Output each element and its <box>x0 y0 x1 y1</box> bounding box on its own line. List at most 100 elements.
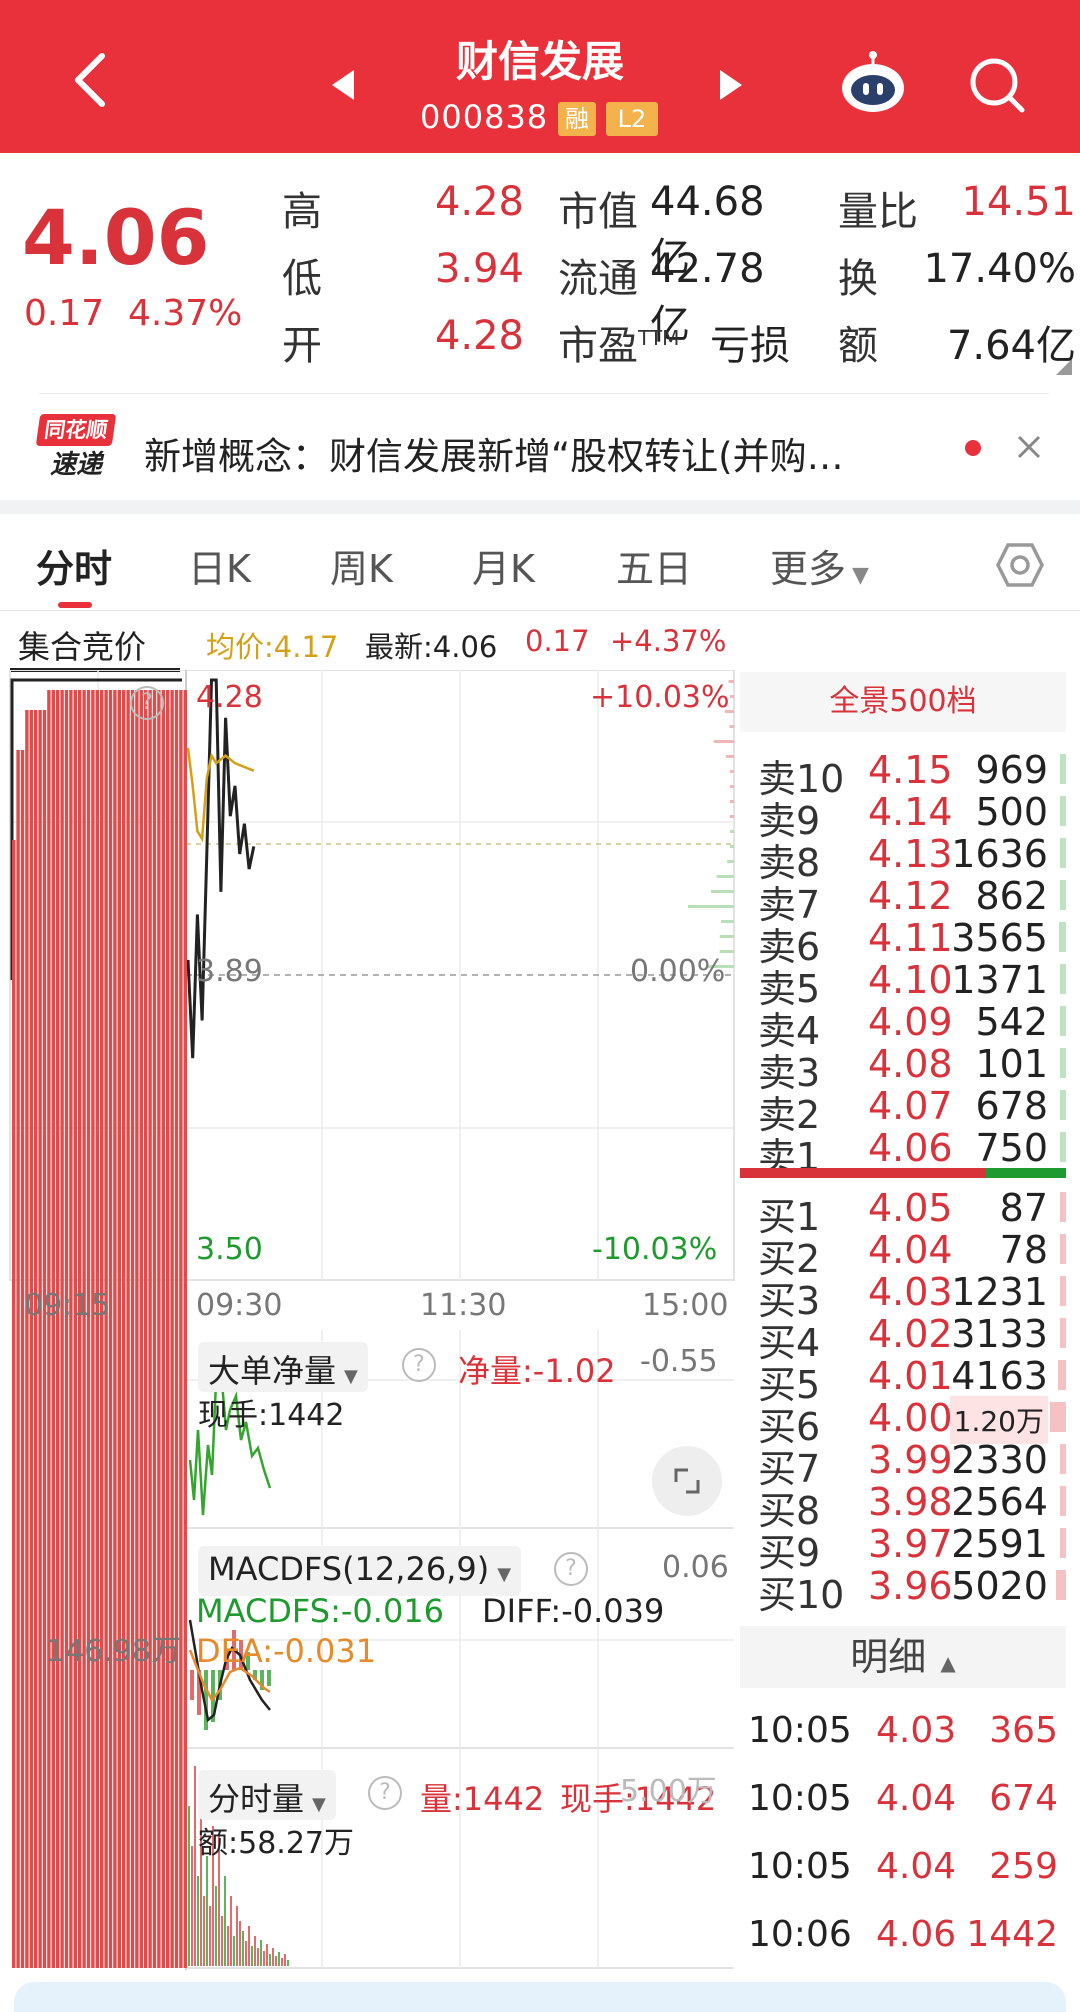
expand-corner-icon[interactable] <box>1056 359 1072 375</box>
ask-row[interactable]: 卖7 4.12 862 <box>740 874 1066 927</box>
bid-row[interactable]: 买1 4.05 87 <box>740 1186 1066 1239</box>
fullscreen-button[interactable] <box>652 1446 722 1516</box>
time-label-1500: 15:00 <box>642 1288 729 1323</box>
level-price: 4.12 <box>868 874 953 918</box>
depth-bar <box>1060 1276 1066 1306</box>
level-price: 4.02 <box>868 1312 953 1356</box>
auction-volume-bar <box>78 690 82 1968</box>
auction-volume-label: 146.98万 <box>46 1634 181 1669</box>
next-stock-icon[interactable] <box>718 68 744 102</box>
level-volume: 3565 <box>951 916 1048 960</box>
ask-row[interactable]: 卖1 4.06 750 <box>740 1126 1066 1179</box>
volume-bar <box>245 1941 247 1966</box>
tab-monthly-k[interactable]: 月K <box>472 538 535 593</box>
depth-bar <box>1060 754 1066 784</box>
bid-row[interactable]: 买5 4.01 4163 <box>740 1354 1066 1407</box>
auction-volume-bar <box>117 690 121 1968</box>
volume-bar <box>191 1846 193 1966</box>
auction-volume-bars <box>12 690 187 1968</box>
ask-row[interactable]: 卖2 4.07 678 <box>740 1084 1066 1137</box>
depth-edge-bar <box>730 785 734 788</box>
bid-row[interactable]: 买9 3.97 2591 <box>740 1522 1066 1575</box>
bid-row[interactable]: 买6 4.00 1.20万 <box>740 1396 1066 1449</box>
bid-row[interactable]: 买7 3.99 2330 <box>740 1438 1066 1491</box>
tab-five-day[interactable]: 五日 <box>616 538 692 593</box>
price-high-label: 4.28 <box>196 680 263 715</box>
depth-bar <box>1059 1318 1066 1348</box>
prev-stock-icon[interactable] <box>330 68 356 102</box>
price-line <box>186 678 256 1059</box>
help-icon[interactable]: ? <box>368 1776 402 1810</box>
avg-price: 均价:4.17 <box>206 630 339 664</box>
level-volume: 1636 <box>951 832 1048 876</box>
intraday-chart-area[interactable]: 4.28 +10.03% 3.89 0.00% 3.50 -10.03% ? 0… <box>0 670 740 1970</box>
auction-volume-bar <box>139 690 143 1968</box>
volume-bar <box>188 1806 190 1966</box>
trade-price: 4.03 <box>876 1710 957 1751</box>
help-icon[interactable]: ? <box>554 1552 588 1586</box>
volume-bar <box>275 1956 277 1966</box>
volume-bar <box>272 1948 274 1966</box>
ask-row[interactable]: 卖6 4.11 3565 <box>740 916 1066 969</box>
period-tabs: 分时 日K 周K 月K 五日 更多 ▼ <box>0 514 1080 611</box>
level-volume: 750 <box>975 1126 1048 1170</box>
auction-volume-bar <box>166 690 170 1968</box>
news-ticker[interactable]: 同花顺 速递 新增概念：财信发展新增“股权转让(并购… <box>0 400 1080 500</box>
tab-daily-k[interactable]: 日K <box>188 538 251 593</box>
depth-edge-bar <box>729 815 734 818</box>
close-icon[interactable] <box>1016 434 1042 460</box>
big-order-selector[interactable]: 大单净量 ▼ <box>198 1342 368 1392</box>
trade-volume: 1442 <box>966 1914 1058 1955</box>
volume-bar <box>194 1766 196 1966</box>
ask-row[interactable]: 卖10 4.15 969 <box>740 748 1066 801</box>
ask-row[interactable]: 卖5 4.10 1371 <box>740 958 1066 1011</box>
tab-weekly-k[interactable]: 周K <box>330 538 393 593</box>
volume-axis-label: 5.00万 <box>620 1774 717 1809</box>
robot-assistant-icon[interactable] <box>836 50 910 116</box>
auction-volume-bar <box>69 690 73 1968</box>
bid-row[interactable]: 买4 4.02 3133 <box>740 1312 1066 1365</box>
tab-intraday[interactable]: 分时 <box>36 538 112 593</box>
depth-bar <box>1060 838 1066 868</box>
bid-row[interactable]: 买2 4.04 78 <box>740 1228 1066 1281</box>
detail-toggle[interactable]: 明细 ▲ <box>740 1626 1066 1688</box>
auction-volume-bar <box>20 750 25 1968</box>
panorama-500-button[interactable]: 全景500档 <box>740 672 1066 732</box>
level-price: 4.01 <box>868 1354 953 1398</box>
auction-volume-bar <box>174 690 179 1968</box>
volume-bar <box>248 1926 250 1966</box>
ask-row[interactable]: 卖9 4.14 500 <box>740 790 1066 843</box>
auction-volume-bar <box>161 690 165 1968</box>
help-icon[interactable]: ? <box>402 1348 436 1382</box>
bid-row[interactable]: 买10 3.96 5020 <box>740 1564 1066 1617</box>
auction-volume-bar <box>100 690 104 1968</box>
ask-row[interactable]: 卖3 4.08 101 <box>740 1042 1066 1095</box>
ask-row[interactable]: 卖4 4.09 542 <box>740 1000 1066 1053</box>
depth-edge-bar <box>713 740 734 743</box>
auction-volume-bar <box>157 690 161 1968</box>
back-icon[interactable] <box>70 50 110 110</box>
volume-bar <box>236 1906 238 1966</box>
depth-edge-bar <box>721 920 734 923</box>
tab-more[interactable]: 更多 ▼ <box>770 538 869 593</box>
macd-selector[interactable]: MACDFS(12,26,9) ▼ <box>198 1546 522 1596</box>
level-volume: 2591 <box>951 1522 1048 1566</box>
volratio-value: 14.51 <box>961 179 1076 225</box>
bid-row[interactable]: 买3 4.03 1231 <box>740 1270 1066 1323</box>
price-change: 0.17 <box>24 293 105 334</box>
auction-volume-bar <box>152 690 157 1968</box>
volume-bar <box>284 1954 286 1966</box>
help-icon[interactable]: ? <box>130 686 164 720</box>
volume-bar <box>197 1876 199 1966</box>
price-low-label: 3.50 <box>196 1232 263 1267</box>
level-volume: 3133 <box>951 1312 1048 1356</box>
trade-volume: 365 <box>989 1710 1058 1751</box>
bid-row[interactable]: 买8 3.98 2564 <box>740 1480 1066 1533</box>
search-icon[interactable] <box>968 56 1028 116</box>
settings-icon[interactable] <box>996 542 1044 588</box>
volume-selector[interactable]: 分时量 ▼ <box>198 1770 336 1820</box>
ask-row[interactable]: 卖8 4.13 1636 <box>740 832 1066 885</box>
low-value: 3.94 <box>434 246 524 292</box>
volume-bar <box>209 1906 211 1966</box>
level-price: 4.04 <box>868 1228 953 1272</box>
